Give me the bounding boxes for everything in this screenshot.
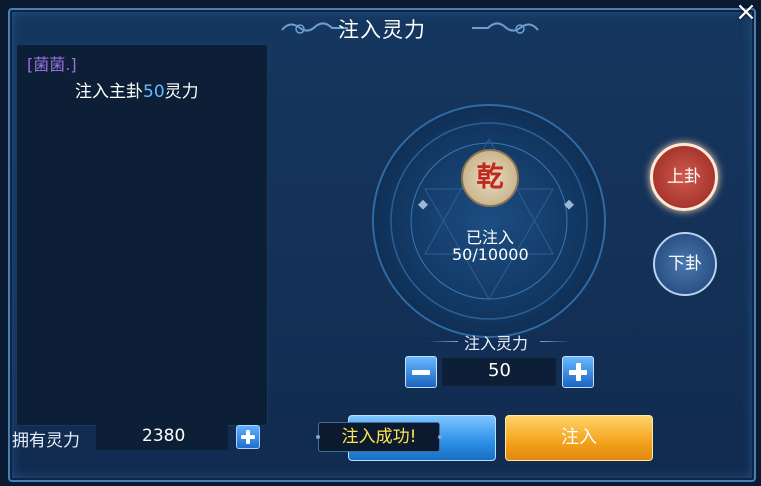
right-cloud-ornament-icon (472, 22, 539, 34)
log-message-prefix: 注入主卦 (75, 82, 143, 102)
decrease-quantity-button[interactable] (405, 356, 437, 388)
divider-left (428, 341, 458, 342)
dialog-title: 注入灵力 (338, 18, 426, 42)
toast-dot-icon (438, 435, 442, 439)
title-bar: 注入灵力 (10, 10, 754, 44)
toast-dot-icon (316, 435, 320, 439)
log-player-name: [菌菌.] (27, 55, 77, 74)
trigram-circle (372, 104, 606, 338)
toast-message: 注入成功! (341, 427, 417, 447)
inject-section-label: 注入灵力 (464, 334, 529, 353)
quantity-value: 50 (488, 360, 511, 381)
increase-quantity-button[interactable] (562, 356, 594, 388)
message-log: [菌菌.] 注入主卦50灵力 (16, 44, 268, 426)
owned-power-label: 拥有灵力 (12, 431, 80, 451)
owned-power-value: 2380 (142, 426, 186, 446)
success-toast: 注入成功! (316, 422, 442, 452)
injected-value: 50/10000 (452, 245, 529, 264)
divider-right (540, 341, 570, 342)
log-message-amount: 50 (143, 82, 165, 102)
lower-trigram-button[interactable]: 下卦 (653, 232, 717, 296)
log-message: 注入主卦50灵力 (75, 77, 199, 102)
add-power-button[interactable] (236, 425, 260, 449)
upper-trigram-button[interactable]: 上卦 (650, 143, 718, 211)
log-message-suffix: 灵力 (164, 82, 199, 102)
close-icon[interactable]: × (734, 0, 758, 25)
inject-button[interactable]: 注入 (505, 415, 653, 461)
trigram-emblem: 乾 (461, 149, 519, 207)
